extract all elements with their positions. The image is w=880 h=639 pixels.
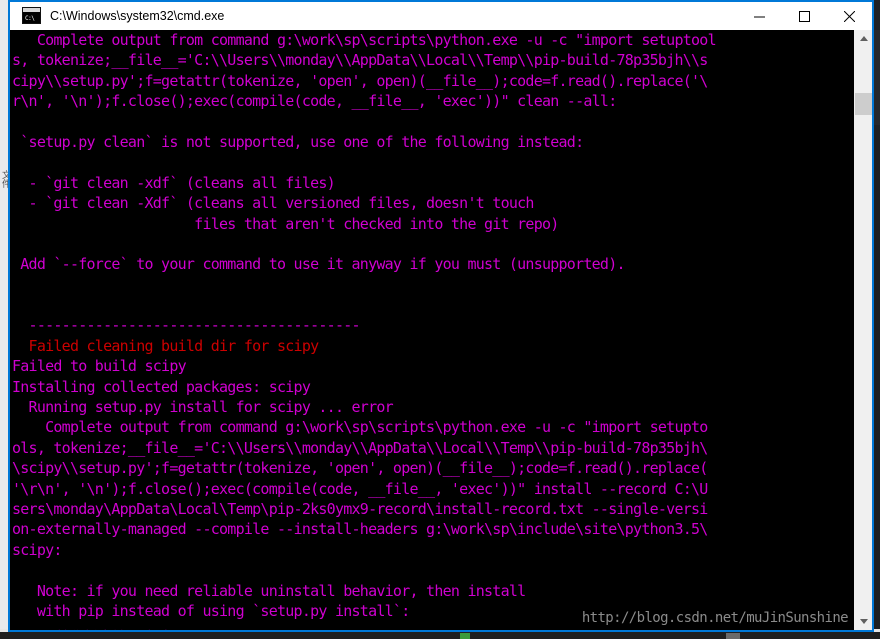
scroll-thumb[interactable] bbox=[855, 93, 872, 115]
console-line: - `git clean -Xdf` (cleans all versioned… bbox=[12, 194, 535, 213]
cmd-icon-glyph: C:\ bbox=[25, 15, 35, 22]
minimize-button[interactable] bbox=[737, 2, 782, 30]
scroll-down-arrow-icon[interactable] bbox=[855, 613, 872, 630]
watermark-text: http://blog.csdn.net/muJinSunshine bbox=[581, 610, 849, 626]
console-line: sers\monday\AppData\Local\Temp\pip-2ks0y… bbox=[12, 499, 708, 518]
console-line: `setup.py clean` is not supported, use o… bbox=[12, 132, 584, 151]
console-line: cipy\\setup.py';f=getattr(tokenize, 'ope… bbox=[12, 71, 708, 90]
scroll-up-arrow-icon[interactable] bbox=[855, 30, 872, 47]
console-line: on-externally-managed --compile --instal… bbox=[12, 520, 708, 539]
console-line: \scipy\\setup.py';f=getattr(tokenize, 'o… bbox=[12, 459, 708, 478]
console-line: Failed to build scipy bbox=[12, 357, 187, 376]
console-line: scipy: bbox=[12, 540, 62, 559]
console-line: Running setup.py install for scipy ... e… bbox=[12, 398, 394, 417]
console-line: s, tokenize;__file__='C:\\Users\\monday\… bbox=[12, 51, 708, 70]
window-buttons bbox=[737, 2, 872, 30]
console-line: ---------------------------------------- bbox=[12, 316, 361, 335]
console-line: Complete output from command g:\work\sp\… bbox=[12, 31, 717, 49]
console-line: Failed cleaning build dir for scipy bbox=[12, 336, 320, 355]
scroll-track[interactable] bbox=[855, 47, 872, 613]
taskbar-item-other[interactable] bbox=[726, 633, 740, 639]
background-window-left bbox=[0, 0, 8, 629]
console-scrollbar[interactable] bbox=[854, 30, 872, 630]
desktop-screen: 文件 C:\ C:\Windows\system32\cmd.exe Compl… bbox=[0, 0, 880, 639]
cmd-icon: C:\ bbox=[22, 7, 41, 24]
cmd-window: C:\ C:\Windows\system32\cmd.exe Complete… bbox=[8, 0, 874, 632]
console-line: ols, tokenize;__file__='C:\\Users\\monda… bbox=[12, 438, 708, 457]
window-title: C:\Windows\system32\cmd.exe bbox=[50, 8, 225, 23]
window-titlebar[interactable]: C:\ C:\Windows\system32\cmd.exe bbox=[10, 2, 872, 30]
console-line: files that aren't checked into the git r… bbox=[12, 214, 559, 233]
console-line: '\r\n', '\n');f.close();exec(compile(cod… bbox=[12, 479, 708, 498]
console-line: Installing collected packages: scipy bbox=[12, 377, 311, 396]
console-line: Complete output from command g:\work\sp\… bbox=[12, 418, 708, 437]
console-line: Add `--force` to your command to use it … bbox=[12, 255, 625, 274]
console-area[interactable]: Complete output from command g:\work\sp\… bbox=[10, 30, 872, 630]
taskbar-item-explorer[interactable] bbox=[460, 633, 470, 639]
console-line: Note: if you need reliable uninstall beh… bbox=[12, 581, 526, 600]
console-line: r\n', '\n');f.close();exec(compile(code,… bbox=[12, 92, 617, 111]
maximize-button[interactable] bbox=[782, 2, 827, 30]
console-output[interactable]: Complete output from command g:\work\sp\… bbox=[10, 30, 854, 630]
console-line: - `git clean -xdf` (cleans all files) bbox=[12, 173, 336, 192]
close-button[interactable] bbox=[827, 2, 872, 30]
